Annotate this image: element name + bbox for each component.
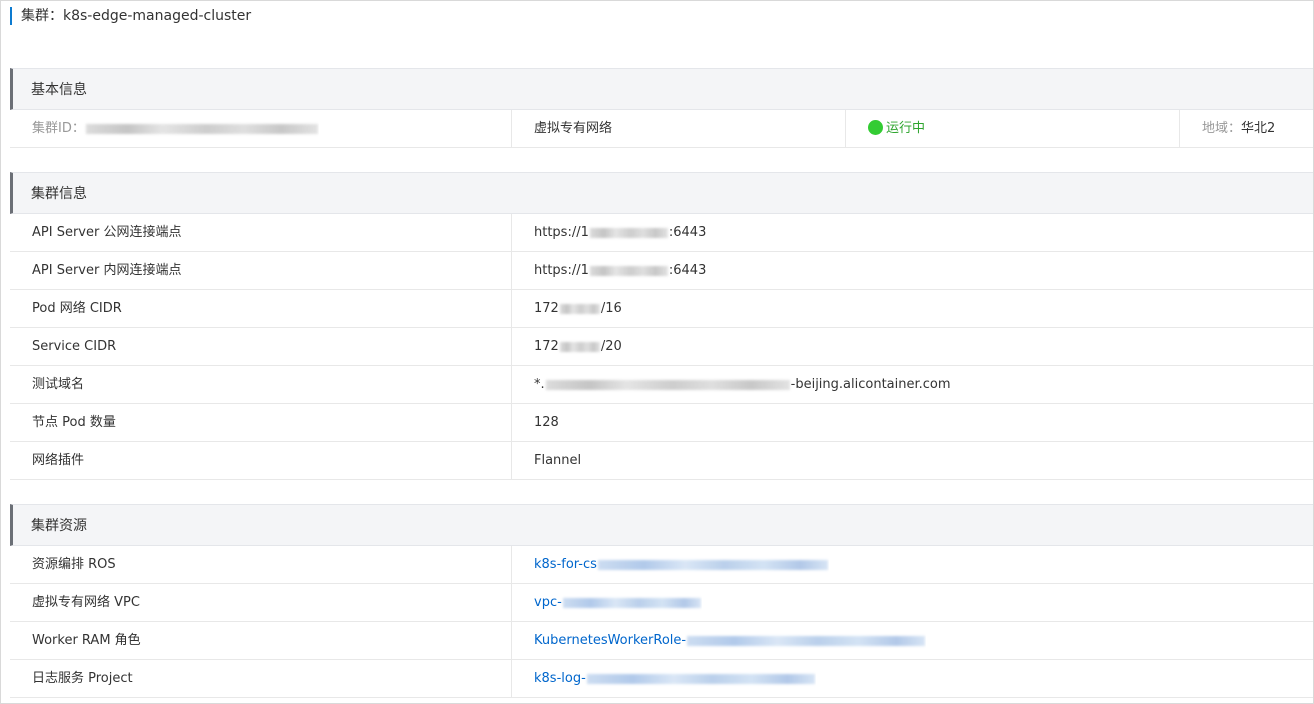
column-divider: [511, 584, 512, 621]
column-divider: [511, 290, 512, 327]
value-suffix: -beijing.alicontainer.com: [790, 377, 951, 392]
link-text[interactable]: KubernetesWorkerRole-: [534, 633, 686, 648]
service-cidr: 172/20: [534, 328, 622, 365]
api-server-public-endpoint: https://1 :6443: [534, 214, 706, 251]
region-label: 地域：: [1202, 121, 1242, 136]
cluster-id-label: 集群ID：: [32, 121, 85, 136]
region-value: 华北2: [1241, 121, 1276, 136]
table-row: 网络插件 Flannel: [10, 442, 1313, 480]
cluster-resources-section: 集群资源 资源编排 ROS k8s-for-cs 虚拟专有网络 VPC vpc-…: [10, 504, 1313, 698]
column-divider: [511, 366, 512, 403]
status-text: 运行中: [886, 121, 926, 136]
row-label: 日志服务 Project: [32, 671, 133, 686]
column-divider: [1179, 110, 1180, 147]
row-label: 虚拟专有网络 VPC: [32, 595, 140, 610]
worker-ram-role-link[interactable]: KubernetesWorkerRole-: [534, 622, 926, 659]
redacted-value[interactable]: [687, 635, 926, 646]
redacted-value: [559, 303, 600, 314]
column-divider: [511, 546, 512, 583]
link-text[interactable]: k8s-for-cs: [534, 557, 597, 572]
column-divider: [511, 442, 512, 479]
row-label: Pod 网络 CIDR: [32, 301, 122, 316]
page-title: 集群：k8s-edge-managed-cluster: [10, 7, 251, 25]
cluster-id-redacted: [85, 123, 318, 134]
value-prefix: https://1: [534, 225, 589, 240]
basic-info-row: 集群ID： 虚拟专有网络 运行中 地域：华北2: [10, 110, 1313, 148]
table-row: Pod 网络 CIDR 172/16: [10, 290, 1313, 328]
region: 地域：华北2: [1202, 110, 1275, 147]
value-suffix: :6443: [668, 225, 707, 240]
column-divider: [511, 252, 512, 289]
ros-stack-link[interactable]: k8s-for-cs: [534, 546, 829, 583]
redacted-value: [589, 265, 668, 276]
status-running-icon: [868, 120, 883, 135]
row-label: Worker RAM 角色: [32, 633, 141, 648]
redacted-value[interactable]: [562, 597, 701, 608]
cluster-info-header: 集群信息: [10, 172, 1313, 214]
row-label: API Server 公网连接端点: [32, 225, 182, 240]
table-row: API Server 内网连接端点 https://1 :6443: [10, 252, 1313, 290]
table-row: 资源编排 ROS k8s-for-cs: [10, 546, 1313, 584]
column-divider: [511, 214, 512, 251]
link-text[interactable]: k8s-log-: [534, 671, 586, 686]
value-suffix: /20: [600, 339, 622, 354]
table-row: 日志服务 Project k8s-log-: [10, 660, 1313, 698]
vpc-link[interactable]: vpc-: [534, 584, 702, 621]
basic-info-header: 基本信息: [10, 68, 1313, 110]
cluster-detail-panel: 集群：k8s-edge-managed-cluster 基本信息 集群ID： 虚…: [0, 0, 1314, 704]
basic-info-section: 基本信息 集群ID： 虚拟专有网络 运行中 地域：华北2: [10, 68, 1313, 148]
network-type: 虚拟专有网络: [534, 121, 613, 136]
column-divider: [511, 622, 512, 659]
column-divider: [845, 110, 846, 147]
table-row: Service CIDR 172/20: [10, 328, 1313, 366]
network-plugin: Flannel: [534, 453, 582, 468]
row-label: API Server 内网连接端点: [32, 263, 182, 278]
api-server-private-endpoint: https://1 :6443: [534, 252, 706, 289]
redacted-value[interactable]: [586, 673, 815, 684]
column-divider: [511, 110, 512, 147]
column-divider: [511, 404, 512, 441]
row-label: 网络插件: [32, 453, 85, 468]
redacted-value[interactable]: [597, 559, 828, 570]
table-row: API Server 公网连接端点 https://1 :6443: [10, 214, 1313, 252]
row-label: 节点 Pod 数量: [32, 415, 116, 430]
row-label: 测试域名: [32, 377, 85, 392]
value-prefix: 172: [534, 339, 559, 354]
log-project-link[interactable]: k8s-log-: [534, 660, 816, 697]
row-label: Service CIDR: [32, 339, 117, 354]
cluster-id: 集群ID：: [32, 110, 319, 147]
pod-cidr: 172/16: [534, 290, 622, 327]
row-label: 资源编排 ROS: [32, 557, 116, 572]
table-row: 测试域名 *. -beijing.alicontainer.com: [10, 366, 1313, 404]
cluster-status: 运行中: [868, 110, 925, 147]
value-suffix: /16: [600, 301, 622, 316]
column-divider: [511, 328, 512, 365]
redacted-value: [545, 379, 790, 390]
link-text[interactable]: vpc-: [534, 595, 562, 610]
table-row: 虚拟专有网络 VPC vpc-: [10, 584, 1313, 622]
column-divider: [511, 660, 512, 697]
test-domain: *. -beijing.alicontainer.com: [534, 366, 951, 403]
node-pod-count: 128: [534, 415, 559, 430]
table-row: 节点 Pod 数量 128: [10, 404, 1313, 442]
cluster-resources-header: 集群资源: [10, 504, 1313, 546]
table-row: Worker RAM 角色 KubernetesWorkerRole-: [10, 622, 1313, 660]
cluster-info-section: 集群信息 API Server 公网连接端点 https://1 :6443 AP…: [10, 172, 1313, 480]
redacted-value: [589, 227, 668, 238]
value-prefix: 172: [534, 301, 559, 316]
redacted-value: [559, 341, 600, 352]
value-prefix: https://1: [534, 263, 589, 278]
value-suffix: :6443: [668, 263, 707, 278]
value-prefix: *.: [534, 377, 545, 392]
